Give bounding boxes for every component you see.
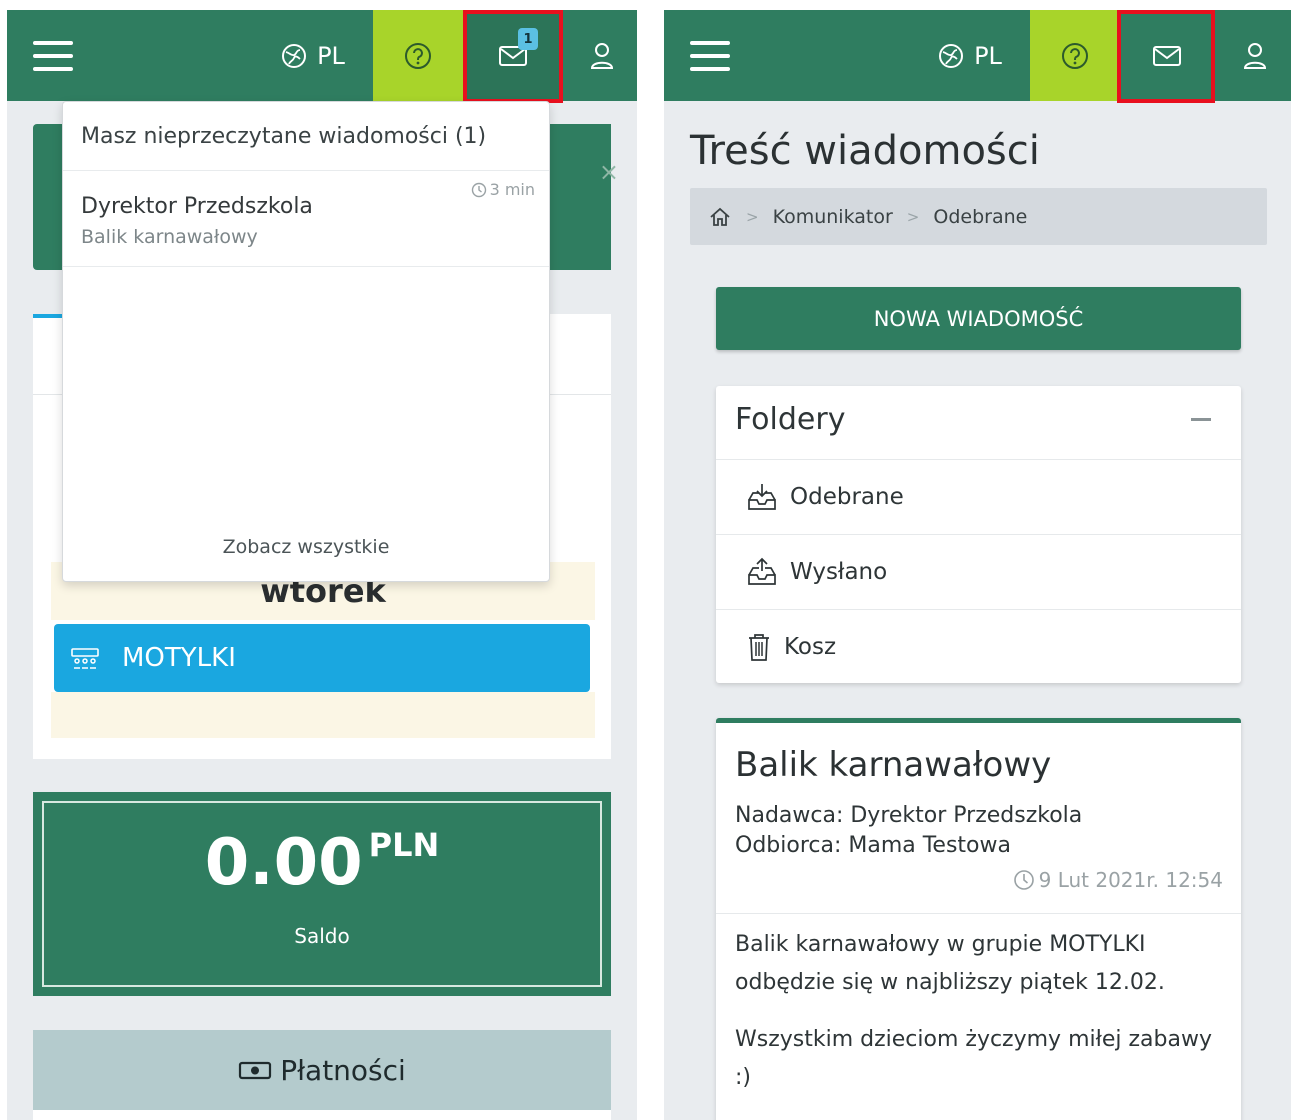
folder-inbox[interactable]: Odebrane: [716, 459, 1241, 534]
left-screen: PL 1 × wtorek MOTYLKI 0.00 PLN Saldo Pła…: [7, 10, 637, 1120]
breadcrumb-item[interactable]: Odebrane: [933, 206, 1027, 228]
account-button[interactable]: [1220, 10, 1290, 101]
message-sender: Nadawca: Dyrektor Przedszkola: [735, 803, 1083, 828]
account-button[interactable]: [567, 10, 637, 101]
language-button[interactable]: PL: [930, 10, 1010, 101]
group-button[interactable]: MOTYLKI: [54, 624, 590, 692]
close-icon[interactable]: ×: [599, 158, 619, 186]
hamburger-icon: [690, 40, 730, 71]
folder-trash[interactable]: Kosz: [716, 609, 1241, 684]
group-label: MOTYLKI: [122, 643, 236, 673]
clock-icon: [471, 182, 486, 197]
page-title: Treść wiadomości: [690, 128, 1040, 174]
clock-icon: [1013, 870, 1034, 890]
message-body-paragraph: Balik karnawałowy w grupie MOTYLKI odbęd…: [735, 932, 1165, 995]
highlight-box: [463, 10, 563, 103]
menu-button[interactable]: [686, 10, 734, 101]
payments-card: Płatności: [33, 1030, 611, 1120]
message-recipient: Odbiorca: Mama Testowa: [735, 833, 1011, 858]
help-icon: [1062, 42, 1088, 69]
globe-icon: [939, 43, 964, 68]
breadcrumb-separator: >: [906, 207, 920, 226]
folders-panel: Foldery Odebrane Wysłano Kosz: [716, 386, 1241, 683]
folder-sent[interactable]: Wysłano: [716, 534, 1241, 609]
balance-card: 0.00 PLN Saldo: [33, 792, 611, 996]
outbox-icon: [748, 557, 776, 585]
highlight-box: [1117, 10, 1215, 103]
menu-button[interactable]: [29, 10, 77, 101]
collapse-icon[interactable]: [1191, 418, 1211, 421]
folder-label: Kosz: [784, 634, 837, 660]
user-icon: [590, 42, 614, 69]
balance-currency: PLN: [368, 826, 440, 864]
breadcrumb-separator: >: [746, 207, 759, 226]
breadcrumb: > Komunikator > Odebrane: [690, 188, 1267, 245]
message-notification[interactable]: Dyrektor Przedszkola Balik karnawałowy 3…: [63, 170, 549, 266]
folder-label: Wysłano: [790, 559, 888, 585]
balance-label: Saldo: [294, 924, 350, 948]
help-button[interactable]: [373, 10, 463, 101]
trash-icon: [749, 634, 769, 661]
payments-title: Płatności: [280, 1053, 406, 1087]
right-screen: PL Treść wiadomości > Komunikator > Odeb…: [664, 10, 1291, 1120]
new-message-button[interactable]: NOWA WIADOMOŚĆ: [716, 287, 1241, 350]
home-icon[interactable]: [708, 206, 732, 228]
dropdown-header: Masz nieprzeczytane wiadomości (1): [81, 124, 487, 149]
notification-time: 3 min: [489, 180, 535, 199]
message-card: Balik karnawałowy Nadawca: Dyrektor Prze…: [716, 718, 1241, 1120]
help-button[interactable]: [1030, 10, 1120, 101]
inbox-icon: [748, 484, 776, 510]
language-button[interactable]: PL: [273, 10, 353, 101]
message-subject: Balik karnawałowy: [735, 745, 1052, 785]
money-icon: [239, 1061, 272, 1080]
see-all-link[interactable]: Zobacz wszystkie: [63, 536, 549, 558]
folder-label: Odebrane: [790, 484, 904, 510]
notification-subject: Balik karnawałowy: [81, 226, 258, 248]
hamburger-icon: [33, 40, 73, 71]
language-label: PL: [317, 41, 345, 70]
tab-accent: [33, 314, 63, 318]
message-date: 9 Lut 2021r. 12:54: [1038, 868, 1223, 892]
notification-sender: Dyrektor Przedszkola: [81, 194, 313, 219]
globe-icon: [282, 43, 307, 68]
folders-title: Foldery: [735, 402, 846, 437]
message-body-paragraph: Wszystkim dzieciom życzymy miłej zabawy …: [735, 1027, 1212, 1090]
group-icon: [71, 648, 99, 669]
user-icon: [1243, 42, 1267, 69]
help-icon: [405, 42, 431, 69]
language-label: PL: [974, 41, 1002, 70]
breadcrumb-item[interactable]: Komunikator: [773, 206, 893, 228]
messages-dropdown: Masz nieprzeczytane wiadomości (1) Dyrek…: [62, 101, 550, 582]
balance-amount: 0.00: [204, 826, 363, 900]
